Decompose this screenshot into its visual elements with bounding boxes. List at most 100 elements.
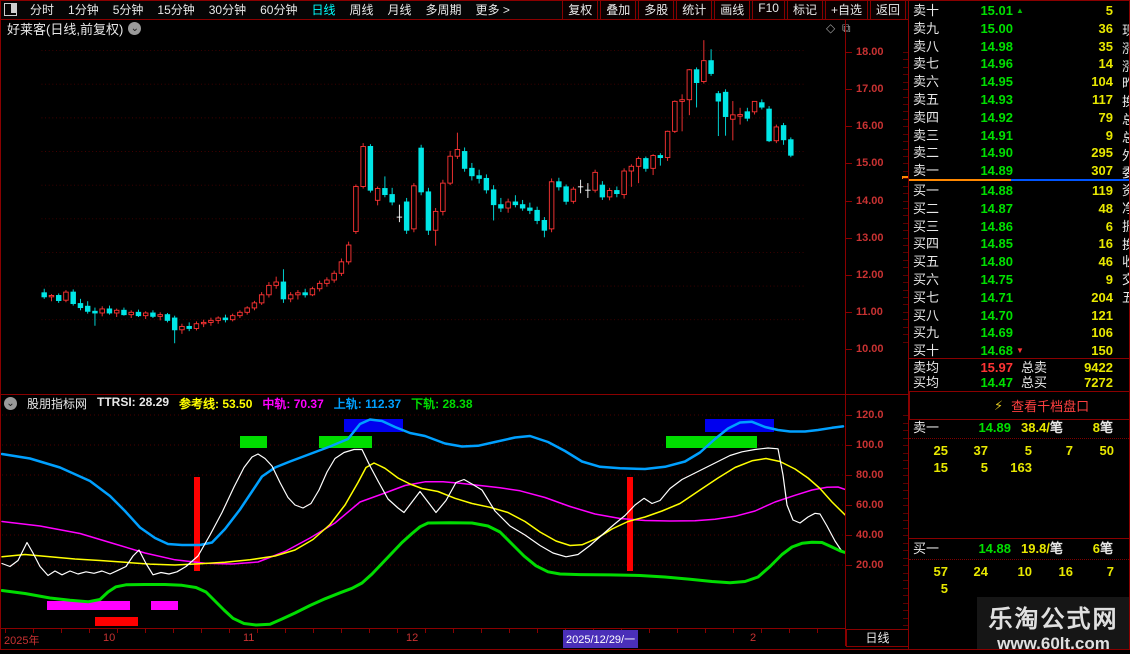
- depth-price: 14.98: [980, 38, 1013, 54]
- window-icon[interactable]: [4, 3, 17, 16]
- minor-tick: [903, 230, 908, 231]
- chart-header: 好莱客(日线,前复权) ⌄: [0, 19, 845, 37]
- order-book-row[interactable]: 卖六 14.95 104: [909, 73, 1130, 91]
- timeline-tick: [369, 629, 370, 633]
- minor-tick: [903, 565, 908, 566]
- minor-tick: [903, 238, 908, 239]
- menu-button-复权[interactable]: 复权: [562, 0, 599, 20]
- clipped-info-column: 现涨涨昨换总总外委资净振换收交五: [1122, 3, 1130, 597]
- period-box[interactable]: 日线: [846, 629, 909, 647]
- order-book-row[interactable]: 卖九 15.00 36: [909, 20, 1130, 38]
- menu-item-周线[interactable]: 周线: [342, 0, 380, 20]
- order-book-row[interactable]: 买二 14.87 48: [909, 200, 1130, 218]
- menu-item-分时[interactable]: 分时: [23, 0, 61, 20]
- menu-item-多周期[interactable]: 多周期: [419, 0, 469, 20]
- order-book-row[interactable]: 买三 14.86 6: [909, 218, 1130, 236]
- minor-tick: [903, 625, 908, 626]
- price-axis-label: 11.00: [856, 305, 883, 318]
- depth-label: 买六: [913, 272, 940, 287]
- indicator-source: 股朋指标网: [27, 397, 88, 411]
- order-book-row[interactable]: 卖三 14.91 9: [909, 127, 1130, 145]
- menu-item-日线[interactable]: 日线: [304, 0, 342, 20]
- chevron-down-icon[interactable]: ⌄: [128, 21, 142, 35]
- order-book-row[interactable]: 买六 14.75 9: [909, 271, 1130, 289]
- menu-item-月线[interactable]: 月线: [381, 0, 419, 20]
- order-book-row[interactable]: 买七 14.71 204: [909, 289, 1130, 307]
- menu-item-30分钟[interactable]: 30分钟: [202, 0, 253, 20]
- level2-link[interactable]: 查看千档盘口: [1011, 396, 1089, 415]
- minor-tick: [903, 149, 908, 150]
- menu-button-F10[interactable]: F10: [752, 0, 785, 20]
- sell-one-label: 卖一: [913, 420, 940, 435]
- order-book-row[interactable]: 买五 14.80 46: [909, 253, 1130, 271]
- minor-tick: [903, 327, 908, 328]
- order-book-row[interactable]: 买四 14.85 16: [909, 235, 1130, 253]
- menu-item-15分钟[interactable]: 15分钟: [150, 0, 201, 20]
- menu-button-返回[interactable]: 返回: [869, 0, 906, 20]
- minor-tick: [903, 245, 908, 246]
- menu-button-+自选[interactable]: +自选: [824, 0, 868, 20]
- order-book-row[interactable]: 卖四 14.92 79: [909, 109, 1130, 127]
- total-sell-value: 9422: [1084, 360, 1113, 375]
- axis-tick: [846, 415, 852, 416]
- queue-number-row: 5: [909, 581, 1119, 596]
- timeline-label: 11: [243, 632, 255, 644]
- minor-tick: [903, 543, 908, 544]
- minor-tick: [903, 475, 908, 476]
- sell-trade-count: 8笔: [1092, 420, 1113, 435]
- minor-tick: [903, 119, 908, 120]
- order-book-row[interactable]: 卖一 14.89 307: [909, 162, 1130, 180]
- order-book-row[interactable]: 买一 14.88 119: [909, 182, 1130, 200]
- clipped-char: 外: [1122, 147, 1130, 163]
- minor-tick: [903, 141, 908, 142]
- menu-button-叠加[interactable]: 叠加: [600, 0, 637, 20]
- watermark-title: 乐淘公式网: [988, 606, 1119, 633]
- axis-tick: [846, 445, 852, 446]
- minor-tick: [903, 156, 908, 157]
- minor-tick: [903, 558, 908, 559]
- diamond-icon[interactable]: ◇: [826, 21, 835, 35]
- order-book-row[interactable]: 买九 14.69 106: [909, 324, 1130, 342]
- timeline-tick: [481, 629, 482, 633]
- timeline-label: 2: [750, 632, 757, 644]
- menu-item-更多 >[interactable]: 更多 >: [469, 0, 517, 20]
- collapse-icon[interactable]: ⌄: [4, 397, 17, 410]
- level2-peek-box[interactable]: ⚡ 查看千档盘口: [909, 391, 1130, 420]
- order-book-row[interactable]: 卖八 14.98 35: [909, 38, 1130, 56]
- price-axis-label: 16.00: [856, 120, 884, 133]
- window-restore-icon[interactable]: ⧉: [842, 21, 851, 36]
- depth-volume: 46: [1098, 254, 1113, 270]
- menu-item-1分钟[interactable]: 1分钟: [61, 0, 106, 20]
- order-book-row[interactable]: 卖二 14.90 295: [909, 144, 1130, 162]
- menu-item-5分钟[interactable]: 5分钟: [106, 0, 151, 20]
- menu-button-统计[interactable]: 统计: [676, 0, 713, 20]
- candlestick-chart[interactable]: [0, 37, 845, 394]
- menu-item-60分钟[interactable]: 60分钟: [253, 0, 304, 20]
- menu-button-多股[interactable]: 多股: [638, 0, 675, 20]
- period-menu: 分时 1分钟 5分钟 15分钟 30分钟 60分钟 日线 周线 月线 多周期 更多 >: [23, 0, 517, 20]
- depth-label: 卖一: [913, 163, 940, 179]
- menu-button-画线[interactable]: 画线: [714, 0, 751, 20]
- order-book-row[interactable]: 卖五 14.93 117: [909, 91, 1130, 109]
- minor-tick: [903, 267, 908, 268]
- depth-price: 15.00: [980, 20, 1013, 36]
- menu-button-标记[interactable]: 标记: [786, 0, 823, 20]
- timeline-label: 2025年: [4, 635, 40, 647]
- minor-tick: [903, 423, 908, 424]
- timeline-tick: [789, 629, 790, 633]
- total-buy-value: 7272: [1084, 375, 1113, 390]
- minor-tick: [903, 498, 908, 499]
- depth-label: 买九: [913, 325, 940, 341]
- spread-divider-left: [909, 179, 1011, 181]
- depth-price: 14.96: [980, 56, 1013, 72]
- depth-price: 14.88: [980, 183, 1013, 198]
- minor-tick: [903, 67, 908, 68]
- indicator-chart[interactable]: [0, 412, 845, 628]
- minor-tick: [903, 89, 908, 90]
- order-book-row[interactable]: 卖十 15.01 ▲ 5: [909, 2, 1130, 20]
- minor-tick: [903, 319, 908, 320]
- buy-one-price: 14.88: [978, 541, 1011, 556]
- order-book-row[interactable]: 卖七 14.96 14: [909, 55, 1130, 73]
- queue-order-size: 7: [1065, 443, 1073, 458]
- order-book-row[interactable]: 买八 14.70 121: [909, 307, 1130, 325]
